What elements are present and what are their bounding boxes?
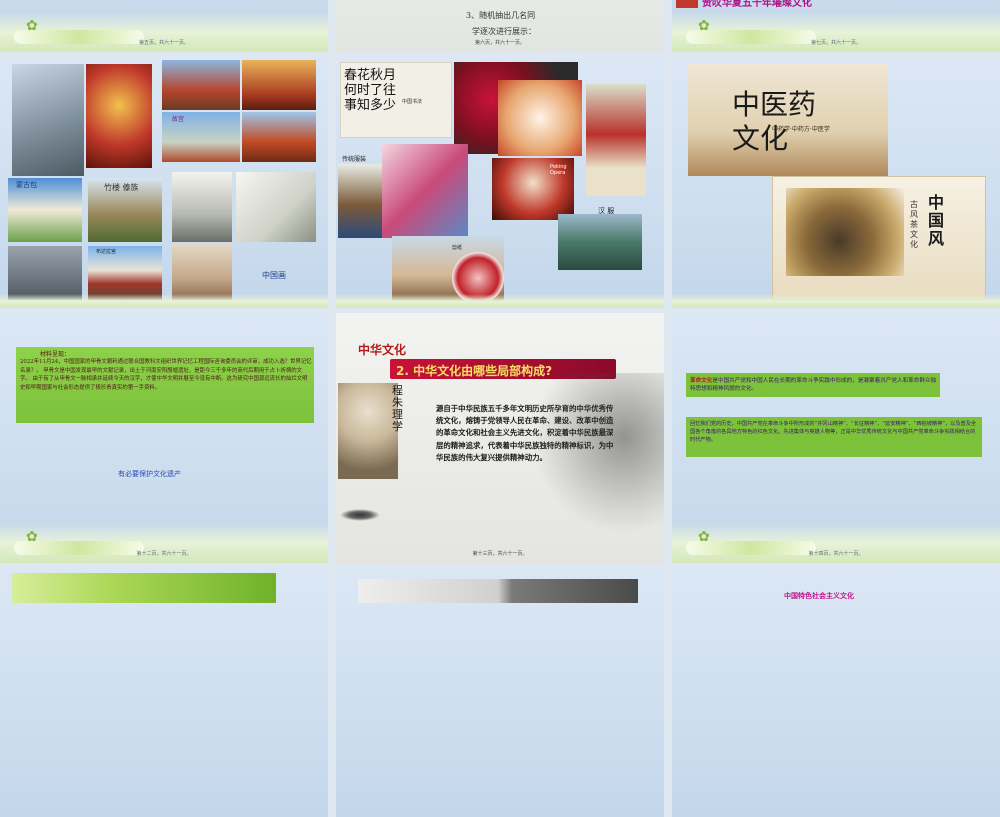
jingju-label: Peking Opera: [550, 164, 567, 176]
ethnic-dress-photo: [382, 144, 468, 238]
figure-name: 程朱理学: [392, 384, 403, 433]
brand-title: 中华文化: [358, 343, 407, 357]
shufa-label: 中国书法: [402, 99, 423, 105]
slide-title: 赞叹华夏五千年璀璨文化: [702, 0, 812, 9]
ink-landscape-photo: [172, 172, 232, 242]
slide-thumbnail-13[interactable]: 革命文化是中国共产党和中国人民在长期的革命斗争实践中形成的，是凝聚着共产党人和革…: [672, 313, 1000, 563]
tower-photo: [242, 112, 316, 162]
question-text: 有必要保护文化遗产: [118, 470, 181, 478]
slide-footer: 第六页，共六十一页。: [474, 40, 525, 46]
sprout-icon: ✿: [698, 18, 710, 34]
definition-text: 革命文化是中国共产党和中国人民在长期的革命斗争实践中形成的，是凝聚着共产党人和革…: [690, 377, 940, 393]
photo-strip: [358, 579, 638, 603]
martial-arts-photo: [12, 64, 84, 176]
scholar-portrait: [338, 383, 398, 479]
gugong-label: 故宫: [172, 116, 185, 123]
tea-subtitle: 古风茶文化: [910, 200, 918, 249]
budala-label: 布达拉宫: [96, 249, 117, 255]
sprout-icon: ✿: [26, 529, 38, 545]
opera-photo: [86, 64, 152, 168]
slide-thumbnail-8[interactable]: 故宫 蒙古包 竹楼 傣族 布达拉宫 中国画: [0, 58, 328, 308]
sprout-icon: ✿: [698, 529, 710, 545]
zhulou-label: 竹楼 傣族: [104, 183, 139, 192]
term-label: 革命文化: [690, 378, 713, 384]
green-leaf-banner: [12, 573, 276, 603]
mengubao-label: 蒙古包: [16, 181, 37, 189]
hutong-photo: [8, 246, 82, 300]
jianzhi-label: 剪纸: [452, 245, 463, 251]
question-heading: 2. 中华文化由哪些局部构成?: [396, 364, 553, 378]
slide-thumbnail-11[interactable]: 材料呈现： 2022年11月24，中国国家的甲骨文顺利通过联合国教科文组织世界记…: [0, 313, 328, 563]
zhongguohua-label: 中国画: [262, 271, 286, 280]
slide-thumbnail-10[interactable]: 中医药文化 中药学·中药方·中医学 中国风 古风茶文化: [672, 58, 1000, 308]
fushi-label: 传统服装: [342, 156, 367, 163]
step-line-1: 3、随机抽出几名同: [466, 11, 536, 20]
material-heading: 材料呈现：: [40, 351, 71, 358]
slide-footer: 第十三页，共六十一页。: [472, 551, 528, 557]
slide-footer: 第十二页，共六十一页。: [136, 551, 192, 557]
bamboo-painting-photo: [236, 172, 316, 242]
slide-footer: 第七页，共六十一页。: [810, 40, 861, 46]
slide-thumbnail-7[interactable]: 赞叹华夏五千年璀璨文化 ✿ 第七页，共六十一页。: [672, 0, 1000, 52]
history-text: 回忆我们党的历史，中国共产党在革命斗争中所形成的“井冈山精神”、“长征精神”、“…: [690, 421, 977, 443]
calligraphy-glyphs: 春花秋月何时了往事知多少: [344, 68, 397, 113]
slide-thumbnail-14[interactable]: [0, 567, 328, 817]
palace-hall-photo: [242, 60, 316, 110]
sprout-icon: ✿: [26, 18, 38, 34]
slide-footer: 第五页，共六十一页。: [138, 40, 189, 46]
slide-thumbnail-16[interactable]: 中国特色社会主义文化: [672, 567, 1000, 817]
slide-thumbnail-15[interactable]: [336, 567, 664, 817]
tcm-title: 中医药文化: [732, 88, 817, 155]
tcm-subtitle: 中药学·中药方·中医学: [772, 126, 830, 133]
slide-thumbnail-6[interactable]: 3、随机抽出几名同 学逐次进行展示： 第六页，共六十一页。: [336, 0, 664, 52]
slide-footer: 第十四页，共六十一页。: [808, 551, 864, 557]
material-paragraph: 2022年11月24，中国国家的甲骨文顺利通过联合国教科文组织世界记忆工程国际咨…: [20, 359, 312, 391]
qipao-photo: [586, 84, 646, 196]
step-line-2: 学逐次进行展示：: [472, 27, 536, 36]
forbidden-city-photo: [162, 60, 240, 110]
slide-thumbnail-5[interactable]: ✿ 第五页，共六十一页。: [0, 0, 328, 52]
porcelain-photo: [498, 80, 582, 156]
hanfu-photo: [558, 214, 642, 270]
ink-boat: [340, 509, 380, 521]
slide-thumbnail-12[interactable]: 中华文化 2. 中华文化由哪些局部构成? 程朱理学 源自于中华民族五千多年文明历…: [336, 313, 664, 563]
tea-set-photo: [786, 188, 904, 276]
definition-body: 是中国共产党和中国人民在长期的革命斗争实践中形成的，是凝聚着共产党人和革命群众独…: [690, 378, 937, 392]
lady-painting-photo: [172, 244, 232, 300]
tea-title: 中国风: [928, 193, 945, 248]
slide-thumbnail-9[interactable]: 春花秋月何时了往事知多少 中国书法 传统服装 Peking Opera 汉 服 …: [336, 58, 664, 308]
ink-tree: [532, 373, 664, 533]
title-bullet: [676, 0, 698, 8]
